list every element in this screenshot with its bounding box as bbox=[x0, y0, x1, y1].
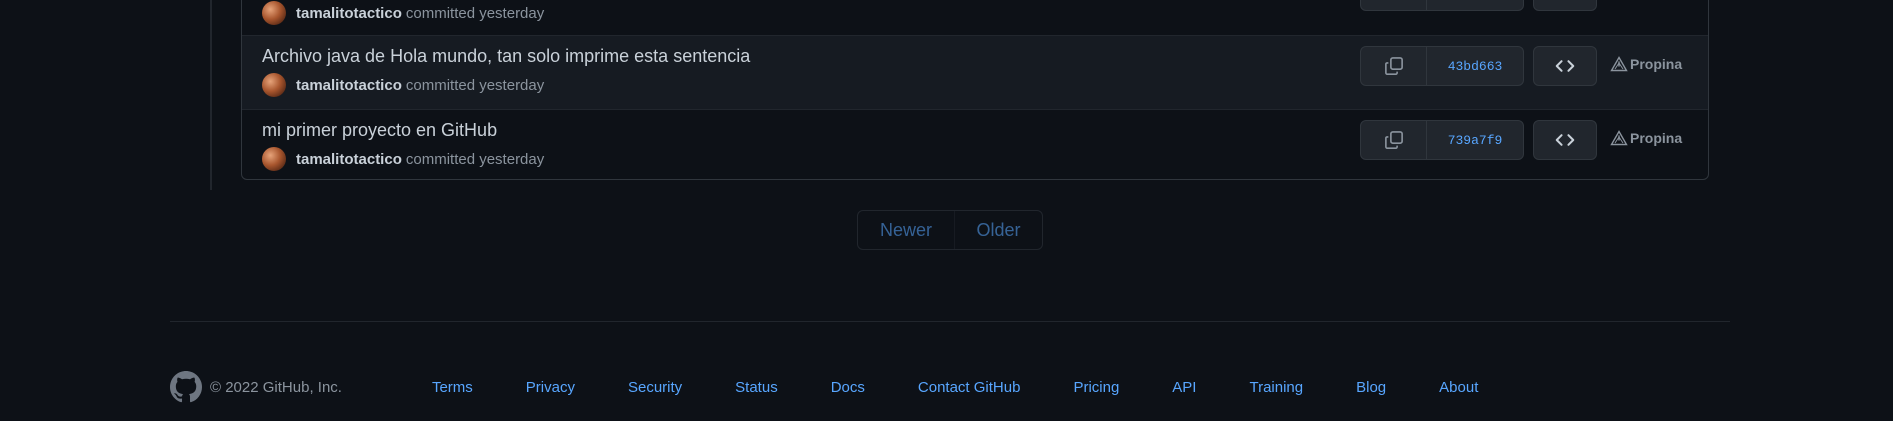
pagination: Newer Older bbox=[857, 210, 1043, 250]
commit-author[interactable]: tamalitotactico bbox=[296, 77, 402, 94]
commit-time: committed yesterday bbox=[405, 76, 545, 94]
commit-row: Archivo java de Hola mundo, tan solo imp… bbox=[242, 35, 1708, 109]
commit-sha-button-group: 43bd663 bbox=[1360, 46, 1524, 86]
footer-link-status[interactable]: Status bbox=[735, 379, 778, 396]
commit-meta: tamalitotactico committed yesterday bbox=[262, 1, 544, 25]
alert-triangle-icon bbox=[1610, 130, 1628, 146]
copy-sha-button[interactable] bbox=[1361, 47, 1427, 85]
older-button[interactable]: Older bbox=[955, 211, 1042, 249]
commit-row: tamalitotactico committed yesterday bbox=[242, 0, 1708, 35]
footer-links: Terms Privacy Security Status Docs Conta… bbox=[432, 379, 1531, 396]
browse-repo-button[interactable] bbox=[1533, 0, 1597, 11]
commit-sha-button-group bbox=[1360, 0, 1524, 11]
commit-message-link[interactable]: Archivo java de Hola mundo, tan solo imp… bbox=[262, 46, 750, 67]
avatar[interactable] bbox=[262, 73, 286, 97]
copy-sha-button[interactable] bbox=[1361, 0, 1427, 10]
footer-link-security[interactable]: Security bbox=[628, 379, 682, 396]
commit-author[interactable]: tamalitotactico bbox=[296, 5, 402, 22]
commit-time: committed yesterday bbox=[405, 4, 545, 22]
commit-sha-link[interactable] bbox=[1427, 0, 1523, 10]
avatar[interactable] bbox=[262, 1, 286, 25]
footer: © 2022 GitHub, Inc. Terms Privacy Securi… bbox=[170, 371, 1531, 403]
copy-sha-button[interactable] bbox=[1361, 121, 1427, 159]
footer-link-terms[interactable]: Terms bbox=[432, 379, 473, 396]
code-icon bbox=[1555, 134, 1575, 146]
commit-sha-link[interactable]: 43bd663 bbox=[1427, 47, 1523, 85]
footer-link-api[interactable]: API bbox=[1172, 379, 1196, 396]
commit-message-link[interactable]: mi primer proyecto en GitHub bbox=[262, 120, 497, 141]
footer-link-blog[interactable]: Blog bbox=[1356, 379, 1386, 396]
footer-link-privacy[interactable]: Privacy bbox=[526, 379, 575, 396]
footer-divider bbox=[170, 321, 1730, 322]
commit-author[interactable]: tamalitotactico bbox=[296, 151, 402, 168]
browse-repo-button[interactable] bbox=[1533, 120, 1597, 160]
commit-row: mi primer proyecto en GitHub tamalitotac… bbox=[242, 109, 1708, 179]
copy-icon bbox=[1384, 57, 1403, 75]
commit-sha-button-group: 739a7f9 bbox=[1360, 120, 1524, 160]
badge-label: Propina bbox=[1630, 56, 1683, 72]
footer-link-docs[interactable]: Docs bbox=[831, 379, 865, 396]
browse-repo-button[interactable] bbox=[1533, 46, 1597, 86]
commit-meta: tamalitotactico committed yesterday bbox=[262, 73, 544, 97]
commit-list: tamalitotactico committed yesterday Arch… bbox=[241, 0, 1709, 180]
verified-badge[interactable]: Propina bbox=[1610, 128, 1682, 148]
commit-sha-link[interactable]: 739a7f9 bbox=[1427, 121, 1523, 159]
footer-link-about[interactable]: About bbox=[1439, 379, 1478, 396]
commit-time: committed yesterday bbox=[405, 150, 545, 168]
avatar[interactable] bbox=[262, 147, 286, 171]
footer-link-pricing[interactable]: Pricing bbox=[1073, 379, 1119, 396]
code-icon bbox=[1555, 60, 1575, 72]
verified-badge[interactable]: Propina bbox=[1610, 54, 1682, 74]
copyright: © 2022 GitHub, Inc. bbox=[210, 378, 342, 396]
timeline-line bbox=[210, 0, 212, 190]
badge-label: Propina bbox=[1630, 130, 1683, 146]
footer-link-training[interactable]: Training bbox=[1249, 379, 1303, 396]
copy-icon bbox=[1384, 131, 1403, 149]
github-mark-icon[interactable] bbox=[170, 371, 202, 403]
newer-button[interactable]: Newer bbox=[858, 211, 955, 249]
commit-meta: tamalitotactico committed yesterday bbox=[262, 147, 544, 171]
alert-triangle-icon bbox=[1610, 56, 1628, 72]
footer-link-contact[interactable]: Contact GitHub bbox=[918, 379, 1021, 396]
